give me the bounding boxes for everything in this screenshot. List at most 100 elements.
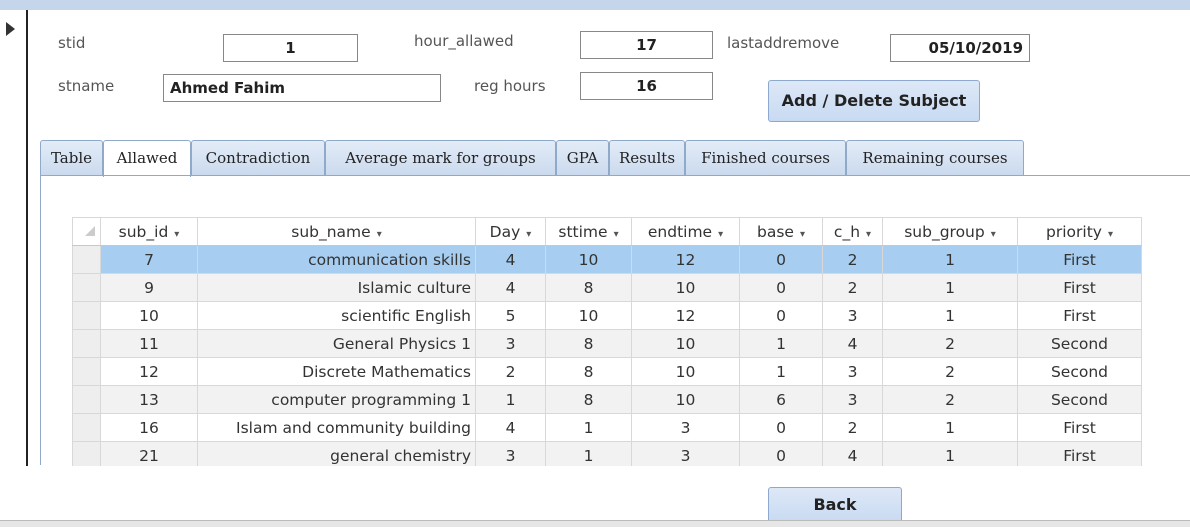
sort-dropdown-icon[interactable]: ▾ <box>866 229 871 240</box>
cell-sttime[interactable]: 1 <box>545 413 632 442</box>
row-selector[interactable] <box>72 385 101 414</box>
row-selector[interactable] <box>72 245 101 274</box>
cell-c-h[interactable]: 3 <box>822 385 883 414</box>
cell-endtime[interactable]: 12 <box>631 301 740 330</box>
cell-sub-group[interactable]: 1 <box>882 273 1018 302</box>
sort-dropdown-icon[interactable]: ▾ <box>174 229 179 240</box>
table-row[interactable]: 10 scientific English 5 10 12 0 3 1 First <box>72 301 1142 330</box>
cell-sub-id[interactable]: 21 <box>100 441 198 466</box>
row-selector[interactable] <box>72 357 101 386</box>
cell-c-h[interactable]: 2 <box>822 273 883 302</box>
table-row[interactable]: 7 communication skills 4 10 12 0 2 1 First <box>72 245 1142 274</box>
cell-Day[interactable]: 3 <box>475 441 546 466</box>
cell-Day[interactable]: 2 <box>475 357 546 386</box>
row-selector[interactable] <box>72 273 101 302</box>
cell-sub-name[interactable]: Discrete Mathematics <box>197 357 476 386</box>
table-row[interactable]: 13 computer programming 1 1 8 10 6 3 2 Second <box>72 385 1142 414</box>
cell-sub-name[interactable]: Islamic culture <box>197 273 476 302</box>
cell-endtime[interactable]: 10 <box>631 357 740 386</box>
tab-allawed[interactable]: Allawed <box>103 140 191 177</box>
cell-sub-group[interactable]: 1 <box>882 301 1018 330</box>
cell-base[interactable]: 0 <box>739 301 823 330</box>
cell-sub-id[interactable]: 9 <box>100 273 198 302</box>
tab-gpa[interactable]: GPA <box>556 140 609 175</box>
cell-sttime[interactable]: 8 <box>545 357 632 386</box>
cell-Day[interactable]: 5 <box>475 301 546 330</box>
cell-c-h[interactable]: 2 <box>822 413 883 442</box>
cell-base[interactable]: 6 <box>739 385 823 414</box>
select-all-corner[interactable] <box>72 217 101 246</box>
tab-average-mark[interactable]: Average mark for groups <box>325 140 556 175</box>
tab-contradiction[interactable]: Contradiction <box>191 140 325 175</box>
cell-sub-name[interactable]: computer programming 1 <box>197 385 476 414</box>
column-header-c-h[interactable]: c_h ▾ <box>822 217 883 246</box>
cell-sub-group[interactable]: 2 <box>882 357 1018 386</box>
cell-sub-group[interactable]: 1 <box>882 413 1018 442</box>
column-header-endtime[interactable]: endtime ▾ <box>631 217 740 246</box>
cell-sub-id[interactable]: 7 <box>100 245 198 274</box>
table-row[interactable]: 21 general chemistry 3 1 3 0 4 1 First <box>72 441 1142 466</box>
tab-finished-courses[interactable]: Finished courses <box>685 140 846 175</box>
sort-dropdown-icon[interactable]: ▾ <box>614 229 619 240</box>
cell-c-h[interactable]: 4 <box>822 441 883 466</box>
reg-hours-field[interactable]: 16 <box>580 72 713 100</box>
cell-sub-id[interactable]: 10 <box>100 301 198 330</box>
cell-endtime[interactable]: 3 <box>631 441 740 466</box>
cell-endtime[interactable]: 12 <box>631 245 740 274</box>
stid-field[interactable]: 1 <box>223 34 358 62</box>
cell-endtime[interactable]: 10 <box>631 385 740 414</box>
cell-sub-name[interactable]: scientific English <box>197 301 476 330</box>
sort-dropdown-icon[interactable]: ▾ <box>377 229 382 240</box>
cell-priority[interactable]: First <box>1017 245 1142 274</box>
cell-c-h[interactable]: 4 <box>822 329 883 358</box>
row-selector[interactable] <box>72 413 101 442</box>
cell-sub-name[interactable]: General Physics 1 <box>197 329 476 358</box>
column-header-sttime[interactable]: sttime ▾ <box>545 217 632 246</box>
cell-c-h[interactable]: 2 <box>822 245 883 274</box>
sort-dropdown-icon[interactable]: ▾ <box>800 229 805 240</box>
sort-dropdown-icon[interactable]: ▾ <box>991 229 996 240</box>
cell-sttime[interactable]: 8 <box>545 273 632 302</box>
cell-sttime[interactable]: 1 <box>545 441 632 466</box>
cell-endtime[interactable]: 10 <box>631 273 740 302</box>
cell-sub-group[interactable]: 1 <box>882 441 1018 466</box>
cell-Day[interactable]: 4 <box>475 245 546 274</box>
cell-base[interactable]: 0 <box>739 273 823 302</box>
hour-allawed-field[interactable]: 17 <box>580 31 713 59</box>
cell-Day[interactable]: 4 <box>475 413 546 442</box>
cell-base[interactable]: 0 <box>739 245 823 274</box>
row-selector[interactable] <box>72 441 101 466</box>
cell-endtime[interactable]: 10 <box>631 329 740 358</box>
cell-Day[interactable]: 3 <box>475 329 546 358</box>
cell-base[interactable]: 0 <box>739 441 823 466</box>
cell-sub-group[interactable]: 2 <box>882 329 1018 358</box>
cell-c-h[interactable]: 3 <box>822 357 883 386</box>
cell-priority[interactable]: Second <box>1017 357 1142 386</box>
record-selector[interactable] <box>0 10 28 466</box>
cell-priority[interactable]: Second <box>1017 385 1142 414</box>
cell-sub-id[interactable]: 16 <box>100 413 198 442</box>
lastaddremove-field[interactable]: 05/10/2019 <box>890 34 1030 62</box>
back-button[interactable]: Back <box>768 487 902 523</box>
cell-Day[interactable]: 1 <box>475 385 546 414</box>
column-header-priority[interactable]: priority ▾ <box>1017 217 1142 246</box>
cell-endtime[interactable]: 3 <box>631 413 740 442</box>
cell-sub-id[interactable]: 12 <box>100 357 198 386</box>
cell-sub-name[interactable]: communication skills <box>197 245 476 274</box>
table-row[interactable]: 11 General Physics 1 3 8 10 1 4 2 Second <box>72 329 1142 358</box>
cell-base[interactable]: 0 <box>739 413 823 442</box>
cell-priority[interactable]: First <box>1017 273 1142 302</box>
cell-base[interactable]: 1 <box>739 329 823 358</box>
sort-dropdown-icon[interactable]: ▾ <box>526 229 531 240</box>
cell-sttime[interactable]: 8 <box>545 385 632 414</box>
table-row[interactable]: 16 Islam and community building 4 1 3 0 2 1 Firs… <box>72 413 1142 442</box>
cell-priority[interactable]: Second <box>1017 329 1142 358</box>
allawed-datasheet[interactable]: sub_id ▾ sub_name ▾ Day ▾ sttime ▾ endtime ▾ base ▾… <box>72 217 1160 466</box>
cell-sub-group[interactable]: 1 <box>882 245 1018 274</box>
cell-Day[interactable]: 4 <box>475 273 546 302</box>
column-header-base[interactable]: base ▾ <box>739 217 823 246</box>
stname-field[interactable]: Ahmed Fahim <box>163 74 441 102</box>
cell-sttime[interactable]: 10 <box>545 245 632 274</box>
cell-sub-id[interactable]: 11 <box>100 329 198 358</box>
cell-sub-name[interactable]: Islam and community building <box>197 413 476 442</box>
